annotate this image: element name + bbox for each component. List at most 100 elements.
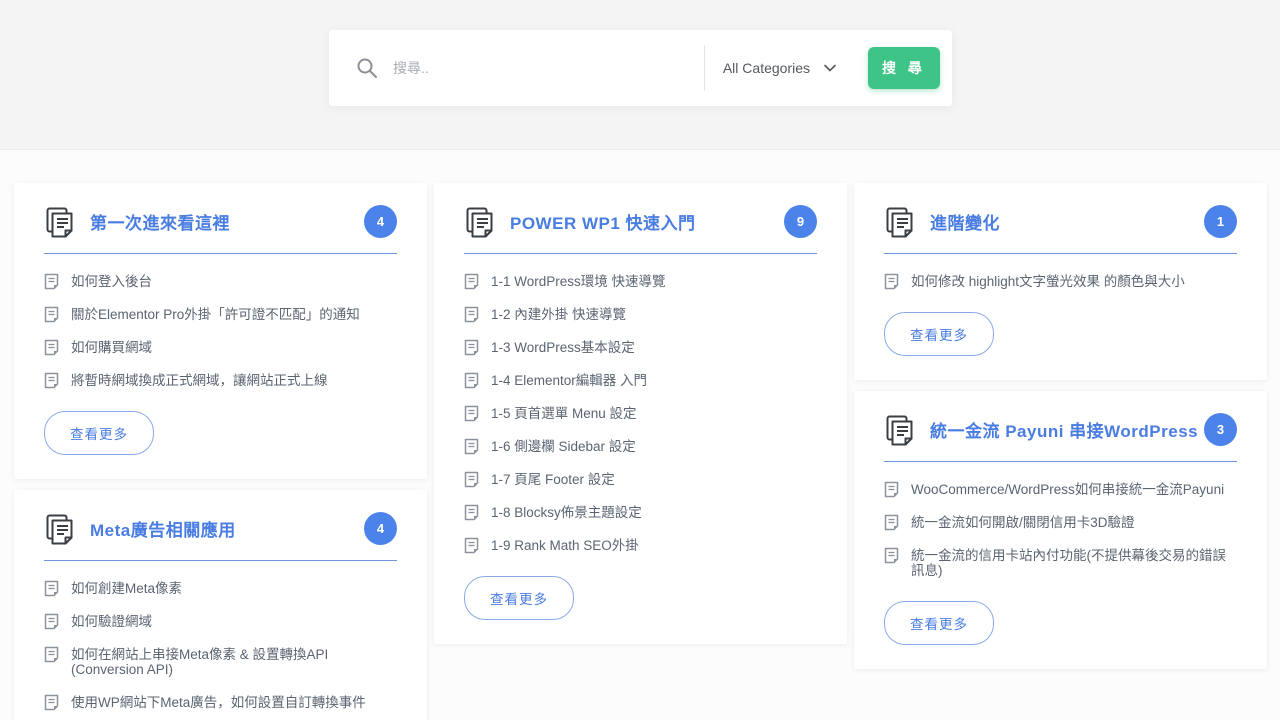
header-underline bbox=[44, 560, 397, 561]
header-underline bbox=[464, 253, 817, 254]
document-stack-icon bbox=[884, 206, 914, 238]
article-link[interactable]: 如何登入後台 bbox=[44, 274, 397, 290]
article-link[interactable]: 1-2 內建外掛 快速導覽 bbox=[464, 307, 817, 323]
article-link[interactable]: WooCommerce/WordPress如何串接統一金流Payuni bbox=[884, 482, 1237, 498]
category-card: 第一次進來看這裡4 如何登入後台 關於Elementor Pro外掛「許可證不匹… bbox=[14, 183, 427, 479]
article-icon bbox=[44, 306, 59, 323]
category-card-header: POWER WP1 快速入門9 bbox=[464, 205, 817, 238]
chevron-down-icon bbox=[824, 64, 836, 72]
view-more-button[interactable]: 查看更多 bbox=[884, 312, 994, 356]
header-underline bbox=[884, 253, 1237, 254]
article-title: 1-6 側邊欄 Sidebar 設定 bbox=[491, 439, 636, 455]
article-title: 如何登入後台 bbox=[71, 274, 152, 290]
article-icon bbox=[44, 694, 59, 711]
document-stack-icon bbox=[464, 206, 494, 238]
article-icon bbox=[44, 273, 59, 290]
article-link[interactable]: 統一金流的信用卡站內付功能(不提供幕後交易的錯誤訊息) bbox=[884, 548, 1237, 579]
article-icon bbox=[464, 504, 479, 521]
article-icon bbox=[464, 438, 479, 455]
article-icon bbox=[464, 537, 479, 554]
article-icon bbox=[44, 273, 59, 290]
article-count-badge: 1 bbox=[1204, 205, 1237, 238]
article-link[interactable]: 1-1 WordPress環境 快速導覽 bbox=[464, 274, 817, 290]
article-list: 1-1 WordPress環境 快速導覽 1-2 內建外掛 快速導覽 1-3 W… bbox=[464, 274, 817, 554]
article-icon bbox=[464, 537, 479, 554]
header-underline bbox=[44, 253, 397, 254]
category-title[interactable]: 第一次進來看這裡 bbox=[90, 209, 364, 234]
article-link[interactable]: 關於Elementor Pro外掛「許可證不匹配」的通知 bbox=[44, 307, 397, 323]
search-submit-button[interactable]: 搜 尋 bbox=[868, 47, 940, 89]
article-title: 1-2 內建外掛 快速導覽 bbox=[491, 307, 626, 323]
article-icon bbox=[884, 273, 899, 290]
article-title: 1-5 頁首選單 Menu 設定 bbox=[491, 406, 637, 422]
category-title[interactable]: POWER WP1 快速入門 bbox=[510, 209, 784, 234]
article-count-badge: 9 bbox=[784, 205, 817, 238]
article-link[interactable]: 如何修改 highlight文字螢光效果 的顏色與大小 bbox=[884, 274, 1237, 290]
article-icon bbox=[44, 613, 59, 630]
article-icon bbox=[464, 339, 479, 356]
article-title: 統一金流如何開啟/關閉信用卡3D驗證 bbox=[911, 515, 1135, 531]
article-link[interactable]: 1-4 Elementor編輯器 入門 bbox=[464, 373, 817, 389]
article-link[interactable]: 1-9 Rank Math SEO外掛 bbox=[464, 538, 817, 554]
article-title: 如何修改 highlight文字螢光效果 的顏色與大小 bbox=[911, 274, 1185, 290]
category-card: POWER WP1 快速入門9 1-1 WordPress環境 快速導覽 1-2… bbox=[434, 183, 847, 644]
document-stack-icon bbox=[44, 513, 74, 545]
view-more-button[interactable]: 查看更多 bbox=[464, 576, 574, 620]
article-icon bbox=[884, 547, 899, 564]
article-list: 如何創建Meta像素 如何驗證網域 如何在網站上串接Meta像素 & 設置轉換A… bbox=[44, 581, 397, 711]
article-link[interactable]: 1-5 頁首選單 Menu 設定 bbox=[464, 406, 817, 422]
article-icon bbox=[884, 547, 899, 564]
article-count-badge: 3 bbox=[1204, 413, 1237, 446]
article-title: 1-1 WordPress環境 快速導覽 bbox=[491, 274, 666, 290]
article-link[interactable]: 如何購買網域 bbox=[44, 340, 397, 356]
article-list: WooCommerce/WordPress如何串接統一金流Payuni 統一金流… bbox=[884, 482, 1237, 579]
article-title: 1-4 Elementor編輯器 入門 bbox=[491, 373, 647, 389]
article-icon bbox=[464, 372, 479, 389]
article-title: 1-3 WordPress基本設定 bbox=[491, 340, 635, 356]
category-title[interactable]: 進階變化 bbox=[930, 209, 1204, 234]
article-link[interactable]: 1-6 側邊欄 Sidebar 設定 bbox=[464, 439, 817, 455]
category-card-header: 第一次進來看這裡4 bbox=[44, 205, 397, 238]
search-divider bbox=[704, 45, 705, 91]
article-title: 關於Elementor Pro外掛「許可證不匹配」的通知 bbox=[71, 307, 360, 323]
article-icon bbox=[464, 339, 479, 356]
search-icon bbox=[355, 56, 379, 80]
article-title: WooCommerce/WordPress如何串接統一金流Payuni bbox=[911, 482, 1224, 498]
article-icon bbox=[464, 438, 479, 455]
category-card: Meta廣告相關應用4 如何創建Meta像素 如何驗證網域 如何在網站上串接Me… bbox=[14, 490, 427, 720]
category-title[interactable]: Meta廣告相關應用 bbox=[90, 516, 364, 541]
article-icon bbox=[44, 339, 59, 356]
category-card-header: 進階變化1 bbox=[884, 205, 1237, 238]
article-link[interactable]: 1-7 頁尾 Footer 設定 bbox=[464, 472, 817, 488]
article-title: 如何創建Meta像素 bbox=[71, 581, 182, 597]
article-title: 如何購買網域 bbox=[71, 340, 152, 356]
category-card: 進階變化1 如何修改 highlight文字螢光效果 的顏色與大小查看更多 bbox=[854, 183, 1267, 380]
article-link[interactable]: 1-3 WordPress基本設定 bbox=[464, 340, 817, 356]
column-3: 進階變化1 如何修改 highlight文字螢光效果 的顏色與大小查看更多 統一… bbox=[854, 183, 1267, 669]
article-title: 如何在網站上串接Meta像素 & 設置轉換API (Conversion API… bbox=[71, 647, 397, 678]
column-1: 第一次進來看這裡4 如何登入後台 關於Elementor Pro外掛「許可證不匹… bbox=[14, 183, 427, 720]
article-link[interactable]: 如何創建Meta像素 bbox=[44, 581, 397, 597]
article-icon bbox=[884, 514, 899, 531]
article-icon bbox=[884, 514, 899, 531]
article-title: 將暫時網域換成正式網域，讓網站正式上線 bbox=[71, 373, 328, 389]
article-icon bbox=[44, 580, 59, 597]
article-icon bbox=[44, 646, 59, 663]
article-link[interactable]: 將暫時網域換成正式網域，讓網站正式上線 bbox=[44, 373, 397, 389]
category-dropdown[interactable]: All Categories bbox=[721, 60, 850, 76]
category-title[interactable]: 統一金流 Payuni 串接WordPress bbox=[930, 417, 1204, 442]
search-input[interactable] bbox=[393, 48, 704, 88]
article-link[interactable]: 如何在網站上串接Meta像素 & 設置轉換API (Conversion API… bbox=[44, 647, 397, 678]
article-icon bbox=[464, 405, 479, 422]
article-title: 1-7 頁尾 Footer 設定 bbox=[491, 472, 615, 488]
article-link[interactable]: 使用WP網站下Meta廣告，如何設置自訂轉換事件 bbox=[44, 695, 397, 711]
view-more-button[interactable]: 查看更多 bbox=[44, 411, 154, 455]
article-icon bbox=[44, 372, 59, 389]
article-icon bbox=[44, 694, 59, 711]
article-icon bbox=[464, 504, 479, 521]
article-link[interactable]: 如何驗證網域 bbox=[44, 614, 397, 630]
column-2: POWER WP1 快速入門9 1-1 WordPress環境 快速導覽 1-2… bbox=[434, 183, 847, 644]
article-link[interactable]: 統一金流如何開啟/關閉信用卡3D驗證 bbox=[884, 515, 1237, 531]
article-link[interactable]: 1-8 Blocksy佈景主題設定 bbox=[464, 505, 817, 521]
view-more-button[interactable]: 查看更多 bbox=[884, 601, 994, 645]
